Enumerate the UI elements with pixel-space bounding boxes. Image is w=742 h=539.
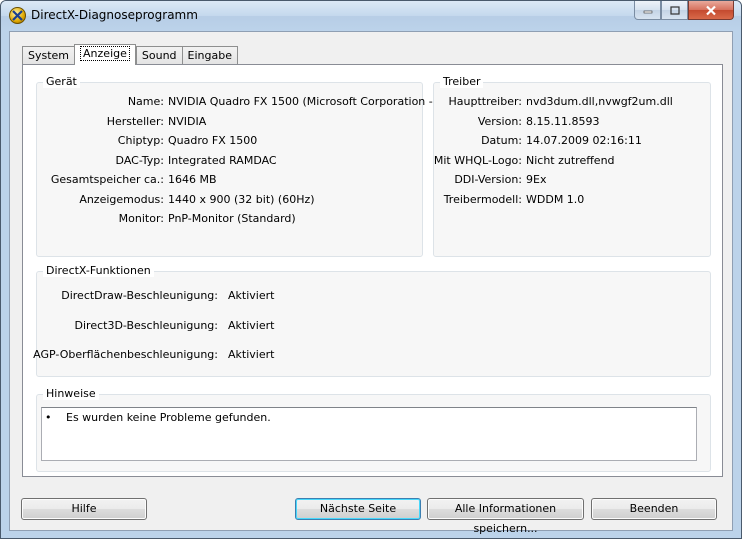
device-group-label: Gerät (43, 75, 80, 88)
minimize-button[interactable] (634, 1, 661, 20)
device-value: Integrated RAMDAC (168, 154, 277, 167)
device-row: Anzeigemodus: 1440 x 900 (32 bit) (60Hz) (37, 193, 424, 207)
notes-item: • Es wurden keine Probleme gefunden. (45, 411, 271, 424)
driver-value: 9Ex (526, 173, 547, 186)
caption-buttons (634, 1, 734, 20)
device-value: 1646 MB (168, 173, 217, 186)
device-key: Gesamtspeicher ca.: (50, 173, 164, 186)
title-bar[interactable]: DirectX-Diagnoseprogramm (1, 1, 741, 31)
tab-anzeige[interactable]: Anzeige (74, 44, 136, 65)
driver-row: Treibermodell: WDDM 1.0 (434, 193, 712, 207)
device-value: 1440 x 900 (32 bit) (60Hz) (168, 193, 315, 206)
driver-key: Treibermodell: (443, 193, 522, 206)
dxdiag-window: DirectX-Diagnoseprogramm System Anzeige … (0, 0, 742, 539)
save-all-info-button[interactable]: Alle Informationen speichern... (427, 498, 584, 535)
close-button[interactable] (688, 1, 734, 20)
device-key: Hersteller: (106, 115, 164, 128)
device-value: Quadro FX 1500 (168, 134, 258, 147)
device-key: DAC-Typ: (115, 154, 164, 167)
device-value: NVIDIA (168, 115, 207, 128)
driver-key: Datum: (481, 134, 522, 147)
tab-label: System (28, 49, 70, 62)
tab-eingabe[interactable]: Eingabe (181, 46, 238, 65)
device-key: Name: (127, 95, 164, 108)
driver-value: nvd3dum.dll,nvwgf2um.dll (526, 95, 673, 108)
driver-row: Datum: 14.07.2009 02:16:11 (434, 134, 712, 148)
bullet-icon: • (45, 411, 52, 424)
device-value: NVIDIA Quadro FX 1500 (Microsoft Corpora… (168, 95, 433, 108)
device-value: PnP-Monitor (Standard) (168, 212, 296, 225)
maximize-button[interactable] (661, 1, 688, 20)
directx-app-icon (9, 7, 26, 24)
driver-value: Nicht zutreffend (526, 154, 615, 167)
device-row: Gesamtspeicher ca.: 1646 MB (37, 173, 424, 187)
device-key: Anzeigemodus: (79, 193, 164, 206)
driver-row: Version: 8.15.11.8593 (434, 115, 712, 129)
exit-button-label: Beenden (629, 502, 679, 515)
driver-value: 8.15.11.8593 (526, 115, 600, 128)
driver-key: Haupttreiber: (448, 95, 522, 108)
device-key: Monitor: (118, 212, 164, 225)
feature-row: AGP-Oberflächenbeschleunigung: Aktiviert (33, 348, 712, 362)
tab-label: Anzeige (80, 46, 130, 61)
driver-key: Mit WHQL-Logo: (433, 154, 522, 167)
notes-group: Hinweise • Es wurden keine Probleme gefu… (36, 387, 711, 472)
driver-group: Treiber Haupttreiber: nvd3dum.dll,nvwgf2… (433, 75, 712, 257)
window-title: DirectX-Diagnoseprogramm (31, 8, 198, 22)
tab-system[interactable]: System (22, 46, 75, 65)
feature-key: AGP-Oberflächenbeschleunigung: (33, 348, 218, 361)
features-group-label: DirectX-Funktionen (43, 264, 154, 277)
driver-key: Version: (477, 115, 522, 128)
feature-value: Aktiviert (228, 289, 275, 302)
exit-button[interactable]: Beenden (591, 498, 717, 520)
notes-textbox[interactable]: • Es wurden keine Probleme gefunden. (41, 407, 697, 461)
device-key: Chiptyp: (117, 134, 164, 147)
feature-row: Direct3D-Beschleunigung: Aktiviert (37, 319, 712, 333)
tab-label: Sound (141, 49, 177, 62)
driver-key: DDI-Version: (454, 173, 522, 186)
directx-features-group: DirectX-Funktionen DirectDraw-Beschleuni… (33, 264, 712, 377)
feature-row: DirectDraw-Beschleunigung: Aktiviert (37, 289, 712, 303)
tab-panel-anzeige: Gerät Name: NVIDIA Quadro FX 1500 (Micro… (22, 64, 723, 477)
device-row: Name: NVIDIA Quadro FX 1500 (Microsoft C… (37, 95, 433, 109)
device-group: Gerät Name: NVIDIA Quadro FX 1500 (Micro… (36, 75, 433, 257)
driver-group-label: Treiber (440, 75, 484, 88)
feature-key: Direct3D-Beschleunigung: (74, 319, 218, 332)
next-page-button[interactable]: Nächste Seite (295, 498, 421, 520)
tab-strip: System Anzeige Sound Eingabe (22, 44, 238, 65)
feature-key: DirectDraw-Beschleunigung: (61, 289, 218, 302)
save-all-info-button-label: Alle Informationen speichern... (454, 502, 557, 535)
driver-row: Mit WHQL-Logo: Nicht zutreffend (434, 154, 712, 168)
driver-value: 14.07.2009 02:16:11 (526, 134, 642, 147)
tab-label: Eingabe (187, 49, 232, 62)
feature-value: Aktiviert (228, 319, 275, 332)
help-button-label: Hilfe (71, 502, 97, 515)
next-page-button-label: Nächste Seite (319, 502, 397, 515)
minimize-icon (643, 10, 652, 14)
driver-row: DDI-Version: 9Ex (434, 173, 712, 187)
notes-group-label: Hinweise (43, 387, 99, 400)
device-row: Monitor: PnP-Monitor (Standard) (37, 212, 424, 226)
device-row: Chiptyp: Quadro FX 1500 (37, 134, 424, 148)
tab-sound[interactable]: Sound (135, 46, 182, 65)
driver-row: Haupttreiber: nvd3dum.dll,nvwgf2um.dll (434, 95, 712, 109)
maximize-icon (669, 5, 680, 15)
feature-value: Aktiviert (228, 348, 275, 361)
driver-value: WDDM 1.0 (526, 193, 585, 206)
device-row: DAC-Typ: Integrated RAMDAC (37, 154, 424, 168)
client-area: System Anzeige Sound Eingabe Gerät Name:… (9, 31, 733, 535)
close-icon (706, 5, 716, 15)
help-button[interactable]: Hilfe (21, 498, 147, 520)
device-row: Hersteller: NVIDIA (37, 115, 424, 129)
notes-text: Es wurden keine Probleme gefunden. (66, 411, 271, 424)
